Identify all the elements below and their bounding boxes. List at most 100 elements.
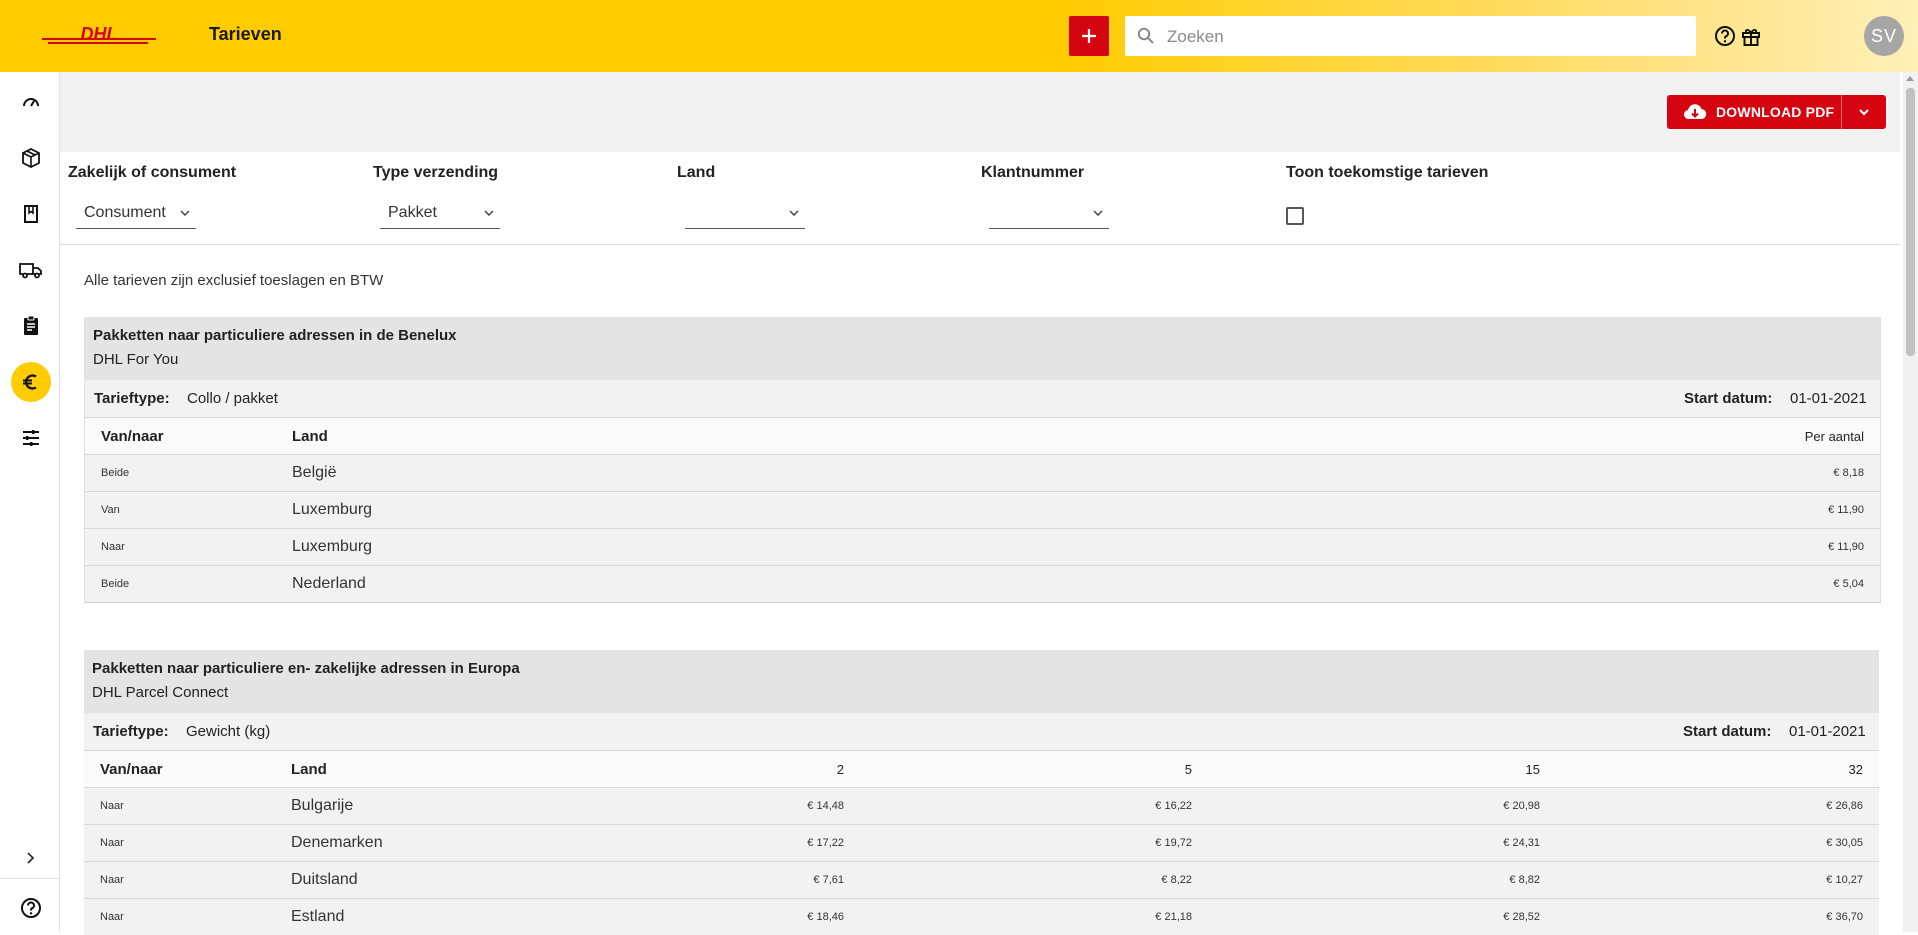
cloud-download-icon [1683,104,1707,120]
row-price: € 8,18 [1833,467,1864,479]
start-date-value: 01-01-2021 [1789,723,1866,740]
row-dir: Naar [100,874,124,886]
col-weight-15-header: 15 [1525,762,1540,777]
row-dir: Beide [101,578,130,590]
sliders-icon [23,430,39,446]
row-land: Bulgarije [291,797,354,814]
country-label: Land [677,164,716,181]
row-price: € 10,27 [1826,874,1863,886]
row-price: € 24,31 [1503,837,1540,849]
section-meta: Tarieftype: Collo / pakket Start datum: … [85,380,1880,417]
section-header: Pakketten naar particuliere en- zakelijk… [84,650,1879,713]
table-row: Naar Estland € 18,46 € 21,18 € 28,52 € 3… [84,898,1879,935]
row-dir: Van [101,504,120,516]
filter-customer: Klantnummer [981,164,1084,182]
table-row: Naar Bulgarije € 14,48 € 16,22 € 20,98 €… [84,787,1879,824]
section-header: Pakketten naar particuliere adressen in … [85,317,1880,380]
customer-label: Klantnummer [981,164,1085,181]
download-pdf-button-group: DOWNLOAD PDF [1667,95,1886,129]
row-price: € 5,04 [1833,578,1864,590]
avatar[interactable]: SV [1864,16,1904,56]
row-price: € 26,86 [1826,800,1863,812]
shipment-label: Type verzending [373,164,499,181]
download-pdf-label: DOWNLOAD PDF [1716,104,1835,120]
sidebar-item-addressbook[interactable] [11,194,51,234]
download-options-button[interactable] [1842,95,1886,129]
row-price: € 14,48 [807,800,844,812]
download-pdf-button[interactable]: DOWNLOAD PDF [1667,95,1841,129]
filter-shipment: Type verzending [373,164,498,182]
filter-business: Zakelijk of consument [68,164,236,182]
col-dir-header: Van/naar [101,428,164,445]
country-select[interactable] [685,200,805,229]
tariff-type-label: Tarieftype: [94,390,170,407]
dhl-logo[interactable]: DHL [42,26,156,46]
sidebar-item-shipments[interactable] [11,138,51,178]
row-price: € 8,22 [1161,874,1192,886]
sidebar-item-rates[interactable] [11,362,51,402]
row-land: Luxemburg [292,501,373,518]
row-price: € 36,70 [1826,911,1863,923]
sidebar-help-button[interactable] [11,888,51,928]
euro-icon [23,374,37,390]
sidebar-item-reports[interactable] [11,306,51,346]
sidebar-item-pickups[interactable] [11,250,51,290]
row-price: € 11,90 [1828,541,1864,553]
col-weight-2-header: 2 [836,762,844,777]
row-price: € 30,05 [1826,837,1863,849]
scroll-up-arrow-icon[interactable] [1906,76,1914,81]
col-land-header: Land [292,428,328,445]
logo-text: DHL [81,26,118,44]
page-title: Tarieven [209,24,282,44]
future-rates-checkbox[interactable] [1286,207,1304,225]
customer-select[interactable] [989,200,1109,229]
row-land: Estland [291,908,345,925]
shipment-select[interactable]: Pakket [380,200,500,229]
sidebar-item-dashboard[interactable] [11,82,51,122]
table-row: Naar Duitsland € 7,61 € 8,22 € 8,82 € 10… [84,861,1879,898]
search-input[interactable] [1165,16,1689,58]
row-land: Nederland [292,575,366,592]
section-title: Pakketten naar particuliere en- zakelijk… [92,660,520,677]
col-weight-5-header: 5 [1184,762,1192,777]
tariff-type-value: Collo / pakket [187,390,278,407]
search-icon [1137,27,1154,44]
row-dir: Beide [101,467,130,479]
sidebar-divider [0,878,59,879]
business-label: Zakelijk of consument [68,164,237,181]
row-price: € 17,22 [807,837,844,849]
chevron-down-icon [180,210,190,216]
filter-country: Land [677,164,715,182]
tariff-type-value: Gewicht (kg) [186,723,271,740]
tariff-type-label: Tarieftype: [93,723,169,740]
section-meta: Tarieftype: Gewicht (kg) Start datum: 01… [84,713,1879,750]
sidebar-item-settings[interactable] [11,418,51,458]
col-price-header: Per aantal [1804,429,1864,444]
row-price: € 18,46 [807,911,844,923]
row-price: € 21,18 [1155,911,1192,923]
business-select[interactable]: Consument [76,200,196,229]
chevron-down-icon [484,210,494,216]
toolbar [60,72,1900,152]
sidebar [0,72,60,932]
sidebar-expand-button[interactable] [11,838,51,878]
chevron-down-icon [1859,109,1869,116]
scrollbar-thumb[interactable] [1906,88,1915,356]
gift-icon[interactable] [1740,25,1762,47]
help-icon[interactable] [1714,25,1736,47]
row-dir: Naar [100,800,124,812]
add-button[interactable] [1069,16,1109,56]
table-row: Naar Denemarken € 17,22 € 19,72 € 24,31 … [84,824,1879,861]
table-header-row: Van/naar Land Per aantal [85,417,1880,454]
row-land: Duitsland [291,871,358,888]
row-price: € 19,72 [1155,837,1192,849]
rate-section-europe: Pakketten naar particuliere en- zakelijk… [84,650,1879,935]
table-row: Naar Luxemburg € 11,90 [85,528,1880,565]
package-icon [22,147,40,169]
rate-section-benelux: Pakketten naar particuliere adressen in … [84,317,1881,603]
row-dir: Naar [100,837,124,849]
col-weight-32-header: 32 [1848,762,1863,777]
shipment-select-value: Pakket [388,204,437,221]
row-dir: Naar [100,911,124,923]
col-land-header: Land [291,761,327,778]
